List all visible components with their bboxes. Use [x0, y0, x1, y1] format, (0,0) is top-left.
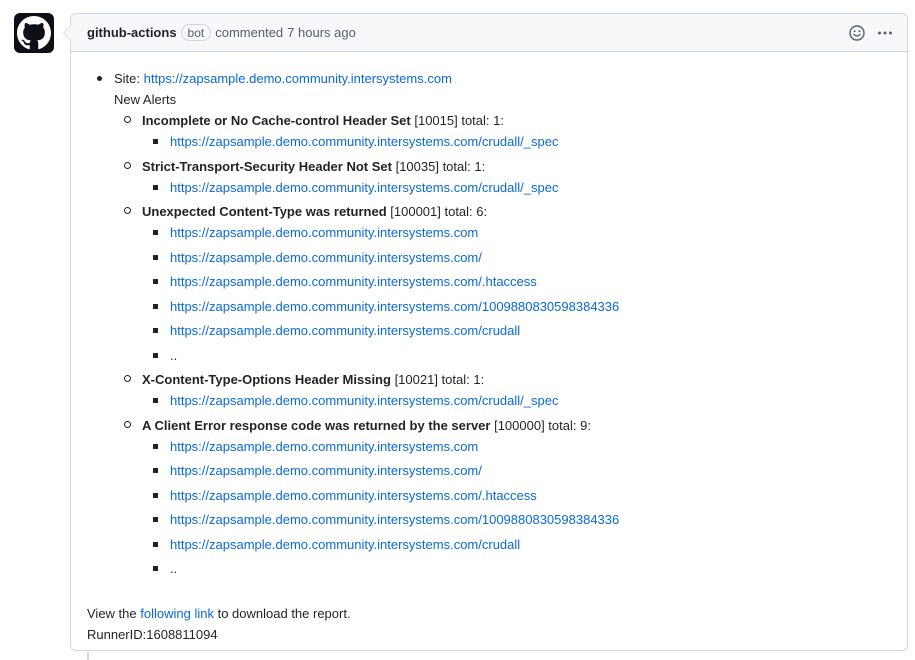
alert-url-item: https://zapsample.demo.community.intersy… — [142, 320, 891, 341]
alert-name: X-Content-Type-Options Header Missing — [142, 372, 391, 387]
alert-url-link[interactable]: https://zapsample.demo.community.intersy… — [170, 250, 482, 265]
comment-action: commented — [215, 25, 284, 40]
alert-url-link[interactable]: https://zapsample.demo.community.intersy… — [170, 299, 619, 314]
alert-name: Unexpected Content-Type was returned — [142, 204, 387, 219]
alert-url-link[interactable]: https://zapsample.demo.community.intersy… — [170, 323, 520, 338]
alert-url-link[interactable]: https://zapsample.demo.community.intersy… — [170, 274, 537, 289]
bot-badge: bot — [180, 24, 212, 41]
alerts-list: Incomplete or No Cache-control Header Se… — [114, 110, 891, 579]
footer-prefix: View the — [87, 606, 137, 621]
alert-url-list: https://zapsample.demo.community.intersy… — [142, 131, 891, 152]
alert-item: X-Content-Type-Options Header Missing [1… — [114, 369, 891, 411]
alert-url-list: https://zapsample.demo.community.intersy… — [142, 436, 891, 580]
alert-summary: [10035] total: 1: — [395, 158, 486, 174]
alert-url-link[interactable]: https://zapsample.demo.community.intersy… — [170, 439, 478, 454]
alert-url-item: https://zapsample.demo.community.intersy… — [142, 131, 891, 152]
comment-author[interactable]: github-actions — [87, 25, 177, 40]
alert-url-list: https://zapsample.demo.community.intersy… — [142, 222, 891, 366]
alert-url-item: https://zapsample.demo.community.intersy… — [142, 436, 891, 457]
alert-url-item: https://zapsample.demo.community.intersy… — [142, 509, 891, 530]
alert-url-link[interactable]: https://zapsample.demo.community.intersy… — [170, 134, 558, 149]
alert-name: Strict-Transport-Security Header Not Set — [142, 158, 392, 174]
alert-item: Incomplete or No Cache-control Header Se… — [114, 110, 891, 152]
footer-suffix: to download the report. — [217, 606, 351, 621]
alert-name: Incomplete or No Cache-control Header Se… — [142, 113, 411, 128]
alert-summary: [10021] total: 1: — [394, 372, 485, 387]
alert-item: A Client Error response code was returne… — [114, 415, 891, 580]
github-mark-icon — [17, 16, 51, 50]
alert-url-item: https://zapsample.demo.community.intersy… — [142, 485, 891, 506]
alert-summary: [100000] total: 9: — [494, 417, 591, 433]
alert-name: A Client Error response code was returne… — [142, 417, 491, 433]
site-item: Site: https://zapsample.demo.community.i… — [87, 68, 891, 579]
smiley-icon — [849, 24, 865, 41]
alert-item: Unexpected Content-Type was returned [10… — [114, 201, 891, 366]
alert-url-item: https://zapsample.demo.community.intersy… — [142, 271, 891, 292]
report-list: Site: https://zapsample.demo.community.i… — [87, 68, 891, 579]
kebab-horizontal-icon — [878, 31, 892, 34]
site-label: Site: — [114, 71, 141, 86]
new-alerts-heading: New Alerts — [114, 92, 177, 107]
alert-url-link[interactable]: https://zapsample.demo.community.intersy… — [170, 393, 558, 408]
runner-id: RunnerID:1608811094 — [87, 627, 218, 642]
comment-timestamp[interactable]: 7 hours ago — [287, 25, 356, 40]
reaction-button[interactable] — [847, 23, 867, 43]
alert-url-link[interactable]: https://zapsample.demo.community.intersy… — [170, 537, 520, 552]
comment-header: github-actions bot commented 7 hours ago — [71, 14, 907, 52]
alert-url-link[interactable]: https://zapsample.demo.community.intersy… — [170, 225, 478, 240]
alert-url-item: https://zapsample.demo.community.intersy… — [142, 534, 891, 555]
alert-url-item: https://zapsample.demo.community.intersy… — [142, 247, 891, 268]
alert-url-item: https://zapsample.demo.community.intersy… — [142, 177, 891, 198]
alert-summary: [10015] total: 1: — [414, 113, 504, 128]
alert-url-item: https://zapsample.demo.community.intersy… — [142, 296, 891, 317]
alert-url-more: .. — [142, 558, 891, 579]
site-link[interactable]: https://zapsample.demo.community.intersy… — [144, 71, 452, 86]
comment-body: Site: https://zapsample.demo.community.i… — [71, 52, 907, 645]
alert-url-link[interactable]: https://zapsample.demo.community.intersy… — [170, 512, 619, 527]
comment-header-actions — [847, 23, 895, 43]
alert-summary: [100001] total: 6: — [390, 204, 488, 219]
comment-box: github-actions bot commented 7 hours ago — [63, 13, 908, 651]
avatar[interactable] — [14, 13, 54, 53]
alert-url-item: https://zapsample.demo.community.intersy… — [142, 390, 891, 411]
alert-url-item: https://zapsample.demo.community.intersy… — [142, 222, 891, 243]
alert-url-link[interactable]: https://zapsample.demo.community.intersy… — [170, 488, 537, 503]
alert-url-list: https://zapsample.demo.community.intersy… — [142, 177, 891, 198]
alert-url-item: https://zapsample.demo.community.intersy… — [142, 460, 891, 481]
report-download-link[interactable]: following link — [140, 606, 214, 621]
alert-url-link[interactable]: https://zapsample.demo.community.intersy… — [170, 180, 558, 195]
report-download-text: View the following link to download the … — [87, 603, 891, 624]
timeline-line — [87, 652, 89, 660]
alert-url-list: https://zapsample.demo.community.intersy… — [142, 390, 891, 411]
alert-item: Strict-Transport-Security Header Not Set… — [114, 156, 891, 198]
alert-url-link[interactable]: https://zapsample.demo.community.intersy… — [170, 463, 482, 478]
alert-url-more: .. — [142, 345, 891, 366]
comment-menu-button[interactable] — [875, 23, 895, 43]
